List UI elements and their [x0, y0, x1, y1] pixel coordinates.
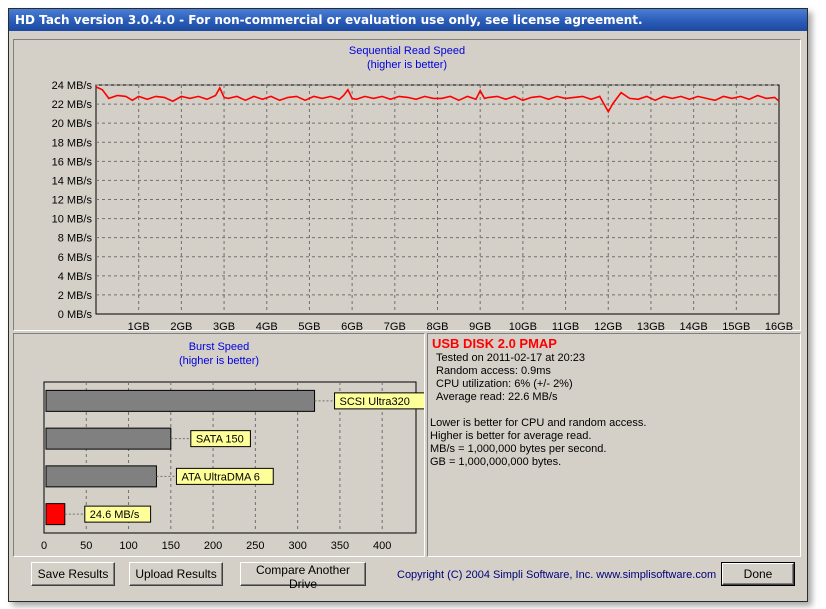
sequential-x-tick-label: 15GB — [722, 321, 750, 330]
sequential-y-tick-label: 20 MB/s — [52, 118, 93, 130]
note-mbps-definition: MB/s = 1,000,000 bytes per second. — [430, 443, 607, 455]
burst-bar — [45, 465, 157, 488]
sequential-x-tick-label: 1GB — [128, 321, 150, 330]
burst-x-tick-label: 300 — [288, 540, 306, 552]
average-read: Average read: 22.6 MB/s — [436, 391, 558, 403]
sequential-y-tick-label: 12 MB/s — [52, 195, 93, 207]
sequential-y-tick-label: 2 MB/s — [58, 290, 93, 302]
sequential-x-tick-label: 2GB — [170, 321, 192, 330]
sequential-y-tick-label: 0 MB/s — [58, 309, 93, 321]
drive-name: USB DISK 2.0 PMAP — [432, 336, 557, 351]
sequential-x-tick-label: 7GB — [384, 321, 406, 330]
cpu-utilization: CPU utilization: 6% (+/- 2%) — [436, 378, 573, 390]
compare-another-drive-button[interactable]: Compare Another Drive — [240, 562, 366, 591]
burst-x-tick-label: 150 — [162, 540, 180, 552]
burst-x-tick-label: 350 — [331, 540, 349, 552]
drive-info-panel: USB DISK 2.0 PMAP Tested on 2011-02-17 a… — [427, 333, 801, 557]
burst-x-tick-label: 250 — [246, 540, 264, 552]
tested-on: Tested on 2011-02-17 at 20:23 — [436, 352, 586, 364]
sequential-y-tick-label: 10 MB/s — [52, 214, 93, 226]
burst-bar-label: 24.6 MB/s — [90, 509, 140, 521]
save-results-button[interactable]: Save Results — [31, 562, 115, 586]
burst-x-tick-label: 0 — [41, 540, 47, 552]
sequential-x-tick-label: 8GB — [426, 321, 448, 330]
copyright-text: Copyright (C) 2004 Simpli Software, Inc.… — [397, 569, 717, 581]
sequential-x-tick-label: 11GB — [552, 321, 579, 330]
window-title: HD Tach version 3.0.4.0 - For non-commer… — [15, 13, 643, 27]
sequential-y-tick-label: 4 MB/s — [58, 271, 93, 283]
note-lower-better: Lower is better for CPU and random acces… — [430, 417, 647, 429]
burst-bar — [45, 389, 316, 412]
sequential-x-tick-label: 9GB — [469, 321, 491, 330]
burst-x-tick-label: 200 — [204, 540, 222, 552]
burst-bar — [45, 427, 172, 450]
burst-speed-panel: Burst Speed (higher is better) 0 50 100 150… — [13, 333, 425, 557]
burst-x-tick-label: 400 — [373, 540, 391, 552]
sequential-y-tick-label: 22 MB/s — [52, 99, 93, 111]
sequential-x-tick-label: 3GB — [213, 321, 235, 330]
burst-bar-label: ATA UltraDMA 6 — [181, 471, 259, 483]
note-higher-better: Higher is better for average read. — [430, 430, 592, 442]
title-bar[interactable]: HD Tach version 3.0.4.0 - For non-commer… — [9, 9, 807, 31]
hdtach-window: HD Tach version 3.0.4.0 - For non-commer… — [8, 8, 808, 602]
sequential-y-tick-label: 6 MB/s — [58, 252, 93, 264]
random-access: Random access: 0.9ms — [436, 365, 551, 377]
burst-bar-label: SATA 150 — [196, 434, 244, 446]
note-gb-definition: GB = 1,000,000,000 bytes. — [430, 456, 562, 468]
burst-x-tick-label: 50 — [80, 540, 92, 552]
sequential-read-chart: 0 MB/s 2 MB/s 4 MB/s 6 MB/s 8 MB/s 10 MB/s 12 … — [52, 80, 793, 330]
sequential-y-tick-label: 16 MB/s — [52, 156, 93, 168]
sequential-y-tick-label: 18 MB/s — [52, 137, 93, 149]
sequential-x-tick-label: 14GB — [680, 321, 708, 330]
sequential-x-tick-label: 13GB — [637, 321, 665, 330]
sequential-x-tick-label: 6GB — [341, 321, 363, 330]
sequential-x-tick-label: 10GB — [509, 321, 537, 330]
burst-x-tick-label: 100 — [119, 540, 137, 552]
sequential-y-tick-label: 14 MB/s — [52, 175, 93, 187]
sequential-x-tick-label: 16GB — [765, 321, 793, 330]
sequential-y-tick-label: 8 MB/s — [58, 233, 93, 245]
sequential-x-tick-label: 12GB — [594, 321, 622, 330]
done-button[interactable]: Done — [721, 562, 795, 586]
sequential-read-panel: Sequential Read Speed (higher is better)… — [13, 39, 801, 331]
sequential-y-tick-label: 24 MB/s — [52, 80, 93, 92]
burst-bar — [45, 503, 66, 526]
burst-speed-chart: 0 50 100 150 200 250 300 350 400 SCSI Ultra320 SAT… — [41, 381, 424, 552]
burst-bar-label: SCSI Ultra320 — [340, 396, 410, 408]
upload-results-button[interactable]: Upload Results — [129, 562, 223, 586]
sequential-x-tick-label: 4GB — [256, 321, 278, 330]
sequential-x-tick-label: 5GB — [298, 321, 320, 330]
